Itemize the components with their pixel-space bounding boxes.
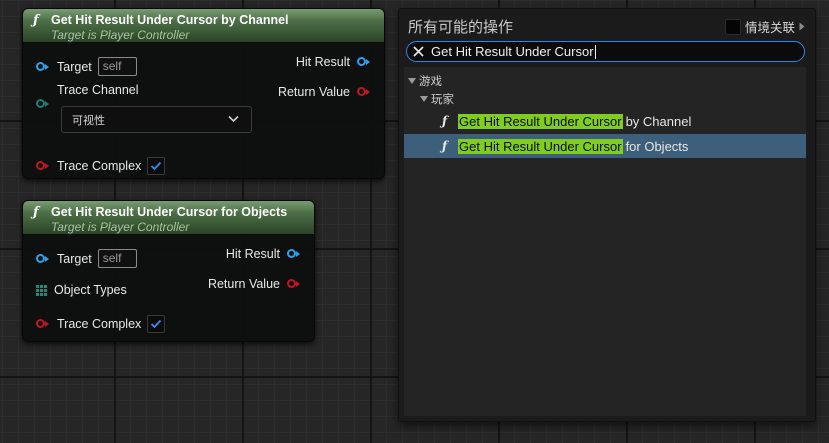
node-subtitle: Target is Player Controller — [51, 28, 190, 42]
search-input[interactable] — [431, 44, 595, 59]
object-types-label: Object Types — [54, 283, 127, 297]
node-header[interactable]: ƒ Get Hit Result Under Cursor for Object… — [23, 201, 314, 235]
return-value-label: Return Value — [277, 85, 350, 99]
hit-result-pin-row: Hit Result — [226, 247, 301, 261]
search-match-highlight: Get Hit Result Under Cursor — [458, 113, 623, 129]
target-pin-label: Target — [57, 251, 92, 266]
trace-complex-checkbox[interactable] — [147, 315, 166, 333]
hit-result-pin-row: Hit Result — [296, 55, 371, 69]
trace-complex-label: Trace Complex — [57, 159, 142, 173]
check-icon — [151, 161, 162, 171]
hit-result-label: Hit Result — [295, 55, 350, 69]
node-body: Target self Object Types Trace Complex H… — [23, 235, 314, 341]
return-value-pin-row: Return Value — [208, 277, 301, 291]
category-label: 玩家 — [431, 92, 454, 106]
trace-complex-label: Trace Complex — [57, 317, 142, 331]
node-title: Get Hit Result Under Cursor by Channel — [51, 13, 289, 27]
node-title: Get Hit Result Under Cursor for Objects — [51, 205, 288, 219]
target-pin-icon[interactable] — [36, 61, 50, 72]
context-sensitive-label: 情境关联 — [744, 20, 795, 35]
return-value-pin-row: Return Value — [278, 85, 371, 99]
trace-complex-checkbox[interactable] — [147, 157, 166, 175]
return-value-pin-icon[interactable] — [357, 87, 371, 97]
text-caret — [595, 44, 596, 59]
search-box[interactable] — [406, 41, 805, 62]
hit-result-pin-icon[interactable] — [287, 249, 301, 259]
check-icon — [151, 319, 162, 329]
context-sensitive-checkbox[interactable] — [724, 18, 741, 35]
result-item-for-objects[interactable]: ƒ Get Hit Result Under Cursor for Object… — [404, 134, 806, 158]
node-get-hit-result-by-channel[interactable]: ƒ Get Hit Result Under Cursor by Channel… — [22, 8, 385, 179]
category-player[interactable]: 玩家 — [420, 91, 454, 107]
hit-result-label: Hit Result — [225, 247, 280, 261]
result-suffix: for Objects — [625, 138, 689, 154]
target-pin-label: Target — [57, 59, 92, 74]
menu-title: 所有可能的操作 — [408, 18, 514, 36]
function-icon: ƒ — [33, 12, 39, 28]
target-pin-row: Target self — [36, 249, 137, 268]
node-header[interactable]: ƒ Get Hit Result Under Cursor by Channel… — [23, 9, 384, 43]
category-label: 游戏 — [419, 74, 442, 88]
trace-complex-pin-icon[interactable] — [36, 161, 50, 171]
result-item-by-channel[interactable]: ƒ Get Hit Result Under Cursor by Channel — [404, 109, 806, 133]
trace-channel-value: 可视性 — [72, 113, 105, 127]
trace-channel-label: Trace Channel — [57, 83, 139, 97]
return-value-label: Return Value — [207, 277, 280, 291]
node-get-hit-result-for-objects[interactable]: ƒ Get Hit Result Under Cursor for Object… — [22, 200, 315, 342]
trace-channel-pin-icon[interactable] — [36, 99, 50, 109]
target-pin-icon[interactable] — [36, 253, 50, 264]
hit-result-pin-icon[interactable] — [357, 57, 371, 67]
function-icon: ƒ — [33, 204, 39, 220]
object-types-pin-row: Object Types — [36, 283, 127, 297]
function-icon: ƒ — [442, 114, 448, 128]
search-match-highlight: Get Hit Result Under Cursor — [458, 138, 623, 154]
node-subtitle: Target is Player Controller — [51, 220, 190, 234]
context-sensitive-toggle[interactable]: 情境关联 — [724, 17, 805, 36]
clear-search-icon[interactable] — [413, 46, 424, 57]
target-self-field[interactable]: self — [97, 57, 137, 76]
target-self-field[interactable]: self — [97, 249, 137, 268]
action-tree: 游戏 玩家 ƒ Get Hit Result Under Cursor by C… — [404, 67, 806, 416]
expand-arrow-icon — [420, 96, 428, 102]
chevron-down-icon — [228, 115, 239, 123]
result-suffix: by Channel — [625, 113, 692, 129]
trace-channel-dropdown[interactable]: 可视性 — [61, 106, 252, 133]
action-menu: 所有可能的操作 情境关联 游戏 玩家 ƒ — [398, 8, 816, 422]
trace-complex-pin-row: Trace Complex — [36, 315, 166, 333]
category-game[interactable]: 游戏 — [408, 73, 442, 89]
return-value-pin-icon[interactable] — [287, 279, 301, 289]
function-icon: ƒ — [442, 139, 448, 153]
chevron-right-icon — [799, 22, 805, 31]
array-pin-icon[interactable] — [36, 284, 47, 296]
node-body: Target self Trace Channel 可视性 Trace Comp… — [23, 43, 384, 178]
target-pin-row: Target self — [36, 57, 137, 76]
trace-complex-pin-icon[interactable] — [36, 319, 50, 329]
trace-complex-pin-row: Trace Complex — [36, 157, 166, 175]
expand-arrow-icon — [408, 78, 416, 84]
